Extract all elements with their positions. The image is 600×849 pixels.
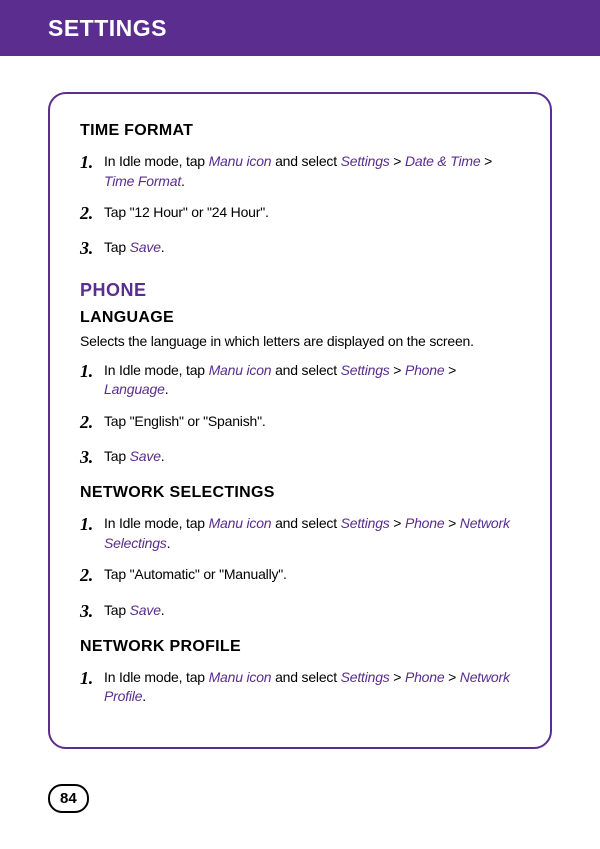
step-number: 3. (80, 445, 104, 470)
step-text: Tap "Automatic" or "Manually". (104, 563, 520, 588)
content-box: TIME FORMAT 1. In Idle mode, tap Manu ic… (48, 92, 552, 749)
ui-term: Save (130, 239, 161, 255)
ui-term: Phone (405, 515, 444, 531)
ui-term: Time Format (104, 173, 181, 189)
step: 1. In Idle mode, tap Manu icon and selec… (80, 359, 520, 400)
step-text: Tap Save. (104, 236, 520, 261)
step-number: 1. (80, 359, 104, 400)
step-number: 2. (80, 563, 104, 588)
step: 1. In Idle mode, tap Manu icon and selec… (80, 512, 520, 553)
ui-term: Settings (341, 153, 390, 169)
step: 2. Tap "12 Hour" or "24 Hour". (80, 201, 520, 226)
ui-term: Settings (341, 669, 390, 685)
section-heading-network-selectings: NETWORK SELECTINGS (80, 484, 520, 502)
section-heading-language: LANGUAGE (80, 309, 520, 327)
ui-term: Settings (341, 515, 390, 531)
section-heading-time-format: TIME FORMAT (80, 122, 520, 140)
ui-term: Manu icon (209, 362, 272, 378)
step: 1. In Idle mode, tap Manu icon and selec… (80, 150, 520, 191)
step-text: Tap "English" or "Spanish". (104, 410, 520, 435)
step-text: In Idle mode, tap Manu icon and select S… (104, 359, 520, 400)
step: 2. Tap "Automatic" or "Manually". (80, 563, 520, 588)
step-text: In Idle mode, tap Manu icon and select S… (104, 666, 520, 707)
ui-term: Save (130, 448, 161, 464)
header-band: SETTINGS (0, 0, 600, 56)
step: 1. In Idle mode, tap Manu icon and selec… (80, 666, 520, 707)
ui-term: Manu icon (209, 515, 272, 531)
step-text: In Idle mode, tap Manu icon and select S… (104, 150, 520, 191)
step: 3. Tap Save. (80, 236, 520, 261)
step-number: 2. (80, 410, 104, 435)
step-number: 1. (80, 512, 104, 553)
step-number: 1. (80, 666, 104, 707)
ui-term: Date & Time (405, 153, 480, 169)
page-title: SETTINGS (48, 15, 167, 42)
step-number: 3. (80, 599, 104, 624)
section-heading-network-profile: NETWORK PROFILE (80, 638, 520, 656)
step: 3. Tap Save. (80, 599, 520, 624)
ui-term: Language (104, 381, 165, 397)
step-number: 3. (80, 236, 104, 261)
step: 2. Tap "English" or "Spanish". (80, 410, 520, 435)
ui-term: Settings (341, 362, 390, 378)
ui-term: Phone (405, 669, 444, 685)
section-heading-phone: PHONE (80, 280, 520, 301)
ui-term: Phone (405, 362, 444, 378)
step-number: 1. (80, 150, 104, 191)
step-text: Tap Save. (104, 445, 520, 470)
step-text: Tap Save. (104, 599, 520, 624)
page-number: 84 (48, 784, 89, 813)
ui-term: Manu icon (209, 153, 272, 169)
step: 3. Tap Save. (80, 445, 520, 470)
step-text: In Idle mode, tap Manu icon and select S… (104, 512, 520, 553)
section-description: Selects the language in which letters ar… (80, 333, 520, 349)
step-number: 2. (80, 201, 104, 226)
ui-term: Manu icon (209, 669, 272, 685)
ui-term: Save (130, 602, 161, 618)
step-text: Tap "12 Hour" or "24 Hour". (104, 201, 520, 226)
